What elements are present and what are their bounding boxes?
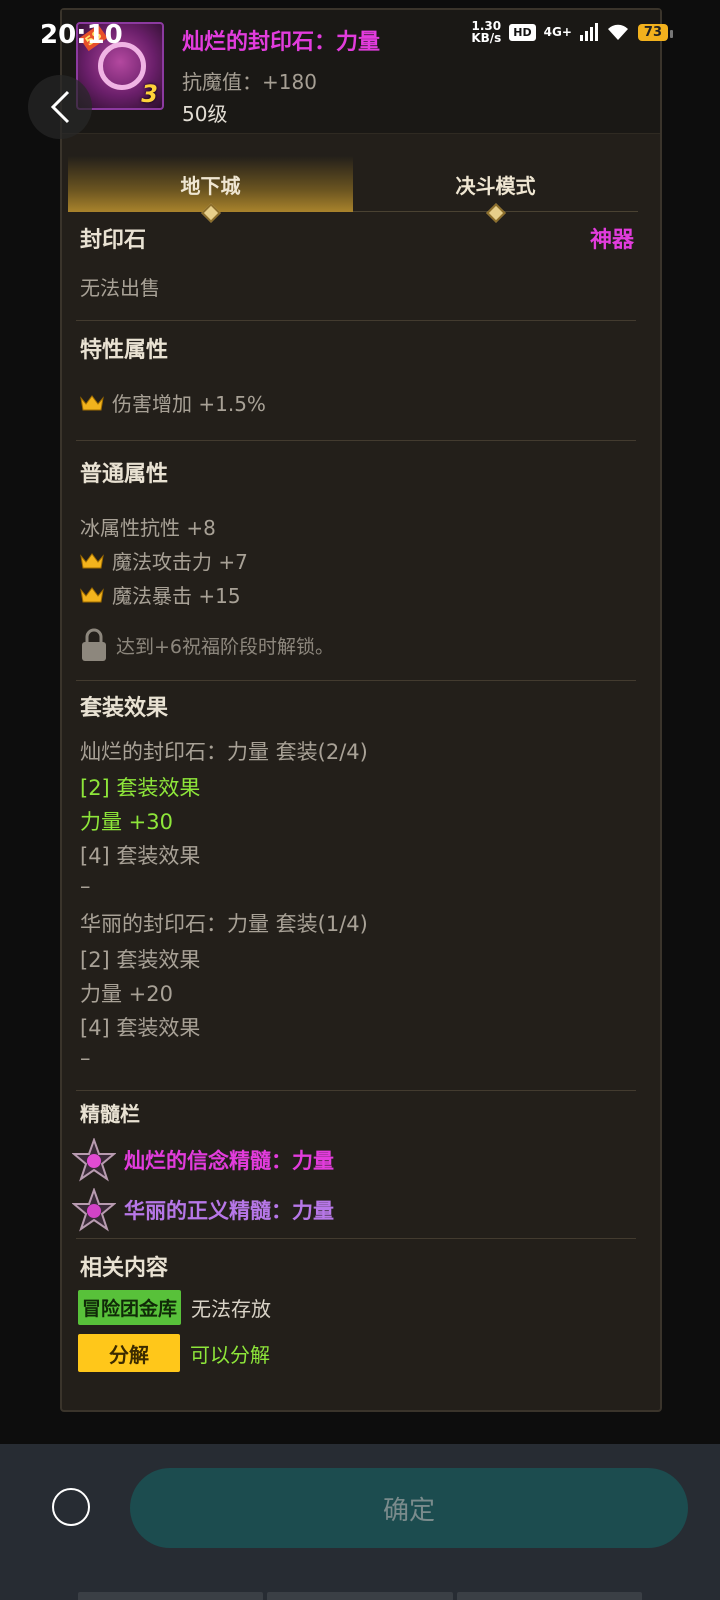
account-storage-tag[interactable]: 冒险团金库	[78, 1290, 182, 1325]
attr-plain: 冰属性抗性 +8	[80, 516, 216, 540]
set-title: 套装效果	[80, 696, 169, 721]
crown-icon	[80, 586, 104, 602]
set-line: [2] 套装效果	[80, 776, 201, 800]
storage-status: 无法存放	[191, 1297, 272, 1321]
status-bar: 20:10 1.30 KB/s HD 4G+ 73	[0, 0, 720, 70]
essence-star-icon	[72, 1188, 116, 1232]
trait-title: 特性属性	[80, 338, 169, 363]
wifi-icon	[607, 24, 628, 40]
mode-tabs: 地下城 决斗模式	[68, 156, 638, 223]
item-type-title: 封印石	[80, 228, 147, 253]
disassemble-status: 可以分解	[190, 1342, 270, 1367]
set-line: [4] 套装效果	[80, 844, 201, 868]
disassemble-button[interactable]: 分解	[78, 1334, 180, 1372]
disassemble-row: 分解 可以分解	[78, 1334, 270, 1372]
set-line: 华丽的封印石：力量 套装(1/4)	[80, 912, 368, 936]
status-icons: 1.30 KB/s HD 4G+ 73	[471, 19, 674, 45]
item-resist: 抗魔值：+180	[182, 70, 317, 94]
divider	[76, 320, 636, 321]
essence-star-icon	[72, 1138, 116, 1182]
tab-dungeon[interactable]: 地下城	[68, 156, 353, 223]
attr-crowned: 魔法攻击力 +7	[80, 546, 248, 575]
trait-item: 伤害增加 +1.5%	[80, 388, 266, 417]
set-line: 灿烂的封印石：力量 套装(2/4)	[80, 740, 368, 764]
battery-icon: 73	[637, 23, 674, 41]
set-line: –	[80, 1046, 91, 1070]
locked-attr: 达到+6祝福阶段时解锁。	[80, 628, 334, 662]
crown-icon	[80, 552, 104, 568]
essence-item[interactable]: 灿烂的信念精髓：力量	[72, 1138, 334, 1182]
hd-icon: HD	[509, 23, 536, 41]
clock: 20:10	[40, 20, 123, 50]
sale-note: 无法出售	[80, 276, 160, 300]
divider	[76, 680, 636, 681]
crown-icon	[80, 394, 104, 410]
related-title: 相关内容	[80, 1256, 169, 1281]
signal-label: 4G+	[543, 25, 572, 39]
item-tier: 3	[141, 80, 158, 108]
set-line: [2] 套装效果	[80, 948, 201, 972]
bottom-bar: 确定	[0, 1444, 720, 1600]
bottom-strip	[78, 1592, 642, 1600]
rarity-label: 神器	[589, 228, 634, 253]
essence-item[interactable]: 华丽的正义精髓：力量	[72, 1188, 334, 1232]
tab-indicator-icon	[200, 203, 221, 223]
select-radio[interactable]	[52, 1488, 90, 1526]
normal-attr-title: 普通属性	[80, 462, 169, 487]
chevron-left-icon	[50, 90, 70, 124]
divider	[76, 1238, 636, 1239]
item-detail-panel: 58 3 灿烂的封印石：力量 抗魔值：+180 50级 地下城 决斗模式 封印石…	[60, 8, 662, 1412]
tab-indicator-icon	[485, 203, 506, 223]
set-line: –	[80, 874, 91, 898]
essence-title: 精髓栏	[80, 1102, 140, 1126]
set-line: 力量 +20	[80, 982, 173, 1006]
divider	[76, 440, 636, 441]
lock-icon	[82, 628, 106, 661]
set-line: [4] 套装效果	[80, 1016, 201, 1040]
set-line: 力量 +30	[80, 810, 173, 834]
back-button[interactable]	[28, 75, 92, 139]
confirm-button[interactable]: 确定	[130, 1468, 688, 1548]
divider	[76, 1090, 636, 1091]
storage-row: 冒险团金库 无法存放	[78, 1290, 271, 1325]
attr-crowned: 魔法暴击 +15	[80, 580, 241, 609]
signal-bars-icon	[579, 23, 598, 41]
tab-duel[interactable]: 决斗模式	[353, 156, 638, 223]
net-speed: 1.30 KB/s	[471, 19, 502, 45]
item-level: 50级	[182, 102, 228, 126]
